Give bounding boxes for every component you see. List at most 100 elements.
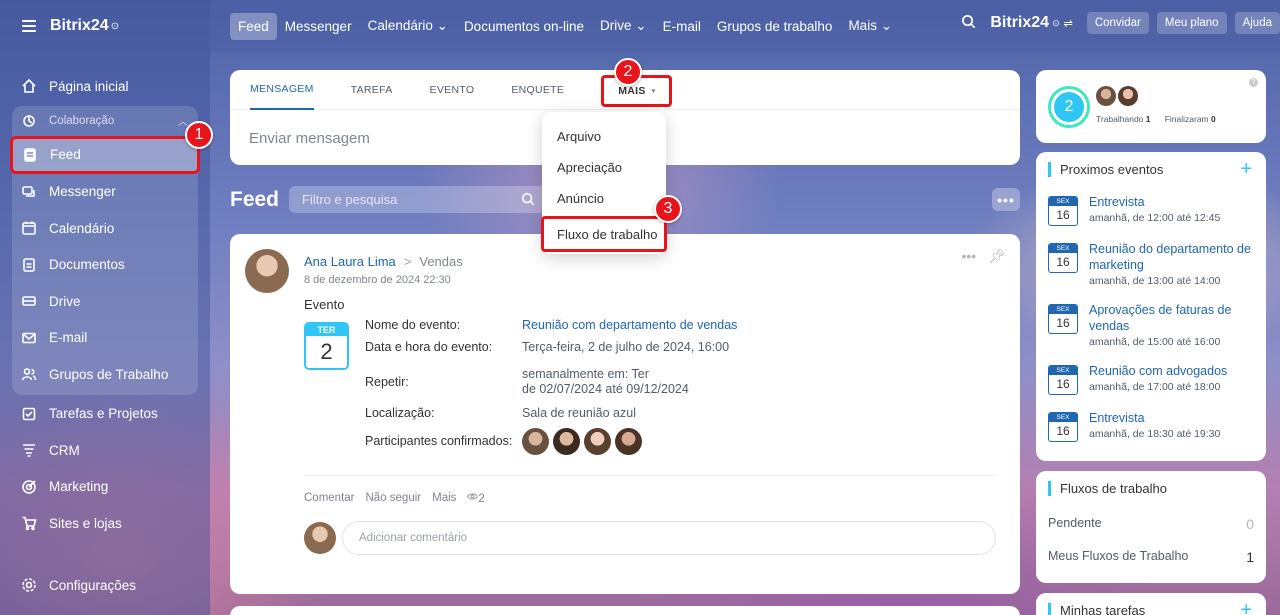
- unfollow-link[interactable]: Não seguir: [366, 492, 422, 504]
- flow-value: 1: [1246, 549, 1254, 565]
- sidebar-item-drive[interactable]: Drive: [12, 283, 198, 320]
- comment-link[interactable]: Comentar: [304, 492, 355, 504]
- help-button[interactable]: Ajuda: [1234, 12, 1280, 34]
- tab-message[interactable]: MENSAGEM: [250, 70, 314, 110]
- field-row-location: Localização: Sala de reunião azul: [365, 401, 1005, 424]
- topnav-feed[interactable]: Feed: [230, 12, 277, 40]
- sidebar-item-tasks[interactable]: Tarefas e Projetos: [12, 396, 198, 433]
- participants-list: [522, 427, 642, 455]
- sidebar-item-documents[interactable]: Documentos: [12, 247, 198, 284]
- upcoming-events-widget: Proximos eventos + SEX 16 Entrevista amanhã…: [1036, 152, 1266, 461]
- flow-label: Meus Fluxos de Trabalho: [1048, 549, 1189, 563]
- flow-row-pending[interactable]: Pendente 0: [1048, 516, 1254, 532]
- next-post-card: [230, 606, 1020, 615]
- help-icon[interactable]: ?: [1249, 78, 1258, 87]
- avatar[interactable]: [553, 427, 580, 455]
- top-logo-num: 24: [1031, 14, 1050, 31]
- sidebar-group-header[interactable]: Colaboração ︿: [12, 106, 198, 136]
- menu-item-appreciation[interactable]: Apreciação: [542, 152, 666, 183]
- event-info: Aprovações de faturas de vendas amanhã, d…: [1089, 302, 1260, 348]
- avatar[interactable]: [584, 427, 611, 455]
- my-tasks-widget: Minhas tarefas +: [1036, 593, 1266, 615]
- post-date[interactable]: 8 de dezembro de 2024 22:30: [304, 274, 451, 286]
- pin-icon[interactable]: 📌︎: [988, 248, 1006, 265]
- search-icon[interactable]: [961, 14, 976, 32]
- my-plan-button[interactable]: Meu plano: [1156, 12, 1227, 34]
- widget-title[interactable]: Minhas tarefas: [1048, 603, 1145, 615]
- event-name-link[interactable]: Entrevista: [1089, 410, 1220, 426]
- event-item[interactable]: SEX 16 Reunião do departamento de marketin…: [1048, 241, 1260, 287]
- comment-input[interactable]: Adicionar comentário: [342, 521, 996, 555]
- sidebar-item-sites[interactable]: Sites e lojas: [12, 505, 198, 542]
- author-avatar[interactable]: [245, 249, 289, 293]
- menu-item-workflow[interactable]: Fluxo de trabalho: [541, 216, 667, 252]
- more-link[interactable]: Mais: [432, 492, 456, 504]
- event-name-link[interactable]: Reunião do departamento de marketing: [1089, 241, 1260, 273]
- widget-title[interactable]: Fluxos de trabalho: [1048, 481, 1167, 496]
- work-count-ring[interactable]: 2: [1048, 86, 1090, 128]
- event-time: amanhã, de 18:30 até 19:30: [1089, 428, 1221, 440]
- event-item[interactable]: SEX 16 Entrevista amanhã, de 18:30 até 19:3…: [1048, 410, 1260, 442]
- add-task-button[interactable]: +: [1240, 599, 1252, 615]
- event-name-link[interactable]: Entrevista: [1089, 194, 1220, 210]
- flow-row-mine[interactable]: Meus Fluxos de Trabalho 1: [1048, 549, 1254, 565]
- feed-more-button[interactable]: •••: [992, 188, 1020, 211]
- topnav-more[interactable]: Mais ⌄: [840, 12, 900, 40]
- avatar[interactable]: [615, 427, 642, 455]
- filter-search-input[interactable]: Filtro e pesquisa: [289, 186, 549, 213]
- sidebar-item-crm[interactable]: CRM: [12, 432, 198, 469]
- add-event-button[interactable]: +: [1240, 158, 1252, 181]
- avatar[interactable]: [1118, 86, 1138, 106]
- topnav-messenger[interactable]: Messenger: [277, 13, 360, 40]
- menu-item-announcement[interactable]: Anúncio: [542, 183, 666, 214]
- event-name-link[interactable]: Reunião com advogados: [1089, 363, 1227, 379]
- event-item[interactable]: SEX 16 Reunião com advogados amanhã, de 17:…: [1048, 363, 1260, 395]
- more-dots-icon[interactable]: •••: [962, 248, 977, 265]
- menu-icon[interactable]: [22, 20, 36, 32]
- sidebar-item-settings[interactable]: Configurações: [12, 567, 198, 604]
- sidebar-item-messenger[interactable]: Messenger: [12, 174, 198, 211]
- views-count: 2: [478, 493, 485, 505]
- tab-event[interactable]: EVENTO: [430, 70, 475, 110]
- avatar[interactable]: [1096, 86, 1116, 106]
- sidebar-item-home[interactable]: Página inicial: [12, 68, 198, 105]
- post-destination[interactable]: Vendas: [419, 254, 462, 269]
- event-name-link[interactable]: Aprovações de faturas de vendas: [1089, 302, 1260, 334]
- author-name[interactable]: Ana Laura Lima: [304, 254, 396, 269]
- tab-poll[interactable]: ENQUETE: [511, 70, 564, 110]
- topnav-calendar[interactable]: Calendário ⌄: [360, 12, 456, 40]
- field-row-repeat: Repetir: semanalmente em: Ter de 02/07/2…: [365, 363, 1005, 401]
- menu-item-file[interactable]: Arquivo: [542, 121, 666, 152]
- sidebar-item-label: Página inicial: [49, 78, 129, 94]
- topnav-online-docs[interactable]: Documentos on-line: [456, 13, 592, 40]
- app-logo[interactable]: Bitrix24: [50, 17, 109, 35]
- calendar-icon: SEX 16: [1048, 304, 1078, 334]
- avatar[interactable]: [522, 427, 549, 455]
- sidebar-item-marketing[interactable]: Marketing: [12, 469, 198, 506]
- invite-button[interactable]: Convidar: [1086, 12, 1149, 34]
- event-item[interactable]: SEX 16 Entrevista amanhã, de 12:00 até 12:4…: [1048, 194, 1260, 226]
- post-type: Evento: [304, 297, 345, 312]
- event-name-link[interactable]: Reunião com departamento de vendas: [522, 318, 737, 340]
- search-icon[interactable]: [521, 192, 535, 209]
- sidebar-item-email[interactable]: E-mail: [12, 320, 198, 357]
- tasks-icon: [21, 406, 37, 422]
- gear-icon: [21, 577, 37, 593]
- sidebar-item-groups[interactable]: Grupos de Trabalho: [12, 356, 198, 393]
- chevron-up-icon[interactable]: ︿: [178, 113, 188, 128]
- topnav-email[interactable]: E-mail: [655, 13, 709, 40]
- post-actions: ••• 📌︎: [962, 248, 1007, 265]
- field-value: Sala de reunião azul: [522, 405, 636, 420]
- tab-task[interactable]: TAREFA: [351, 70, 393, 110]
- event-item[interactable]: SEX 16 Aprovações de faturas de vendas aman…: [1048, 302, 1260, 348]
- event-time: amanhã, de 12:00 até 12:45: [1089, 212, 1221, 224]
- settings-toggle-icon[interactable]: ⇌: [1064, 17, 1073, 30]
- event-info: Reunião com advogados amanhã, de 17:00 at…: [1089, 363, 1227, 395]
- work-time-widget[interactable]: 2 Trabalhando 1 Finalizaram 0 ?: [1036, 70, 1266, 143]
- top-logo[interactable]: Bitrix24: [990, 14, 1049, 32]
- widget-title[interactable]: Proximos eventos: [1048, 162, 1163, 177]
- topnav-workgroups[interactable]: Grupos de trabalho: [709, 13, 841, 40]
- sidebar-item-calendar[interactable]: Calendário: [12, 210, 198, 247]
- topnav-drive[interactable]: Drive ⌄: [592, 12, 655, 40]
- sidebar-item-feed[interactable]: Feed: [10, 135, 200, 174]
